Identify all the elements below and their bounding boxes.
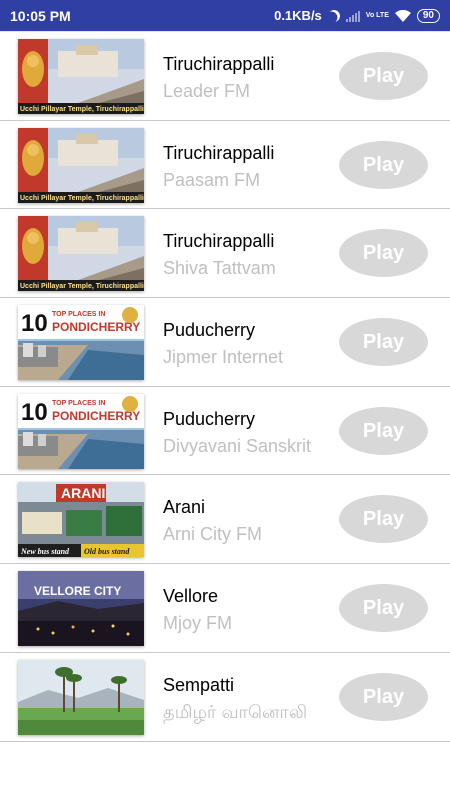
- status-icons: 0.1KB/s Vo LTE 90: [274, 8, 440, 23]
- battery-icon: 90: [416, 8, 440, 23]
- station-row[interactable]: Ucchi Pillayar Temple, Tiruchirappalli T…: [0, 32, 450, 121]
- station-name: Arni City FM: [163, 524, 262, 545]
- station-name: Mjoy FM: [163, 613, 232, 634]
- svg-text:10: 10: [21, 310, 48, 337]
- station-city: Sempatti: [163, 674, 235, 695]
- play-button[interactable]: Play: [339, 406, 428, 455]
- station-row[interactable]: 10 TOP PLACES IN PONDICHERRY Puducherry Di…: [0, 387, 450, 476]
- station-row[interactable]: Sempatti தமிழர் வானொலி Play: [0, 653, 450, 742]
- station-thumbnail: Ucchi Pillayar Temple, Tiruchirappalli: [18, 39, 144, 114]
- svg-text:Ucchi Pillayar Temple, Tiruchi: Ucchi Pillayar Temple, Tiruchirappalli: [20, 283, 144, 290]
- station-city: Tiruchirappalli: [163, 142, 275, 163]
- svg-text:New bus stand: New bus stand: [20, 547, 70, 556]
- play-button[interactable]: Play: [339, 318, 428, 367]
- wifi-icon: [394, 9, 411, 22]
- signal-icon: [345, 10, 360, 22]
- svg-text:10: 10: [21, 399, 48, 426]
- do-not-disturb-icon: [326, 7, 342, 23]
- station-name: Shiva Tattvam: [163, 258, 276, 279]
- svg-text:TOP PLACES IN: TOP PLACES IN: [52, 311, 105, 318]
- station-row[interactable]: ARANI New bus stand Old bus stand Arani Ar…: [0, 475, 450, 565]
- station-row[interactable]: 10 TOP PLACES IN PONDICHERRY Puducherry Ji…: [0, 298, 450, 387]
- station-row[interactable]: Ucchi Pillayar Temple, Tiruchirappalli T…: [0, 121, 450, 210]
- svg-text:ARANI: ARANI: [61, 485, 105, 501]
- station-row[interactable]: VELLORE CITY Vellore Mjoy FM Play: [0, 564, 450, 653]
- svg-text:VELLORE CITY: VELLORE CITY: [34, 584, 121, 598]
- station-thumbnail: Ucchi Pillayar Temple, Tiruchirappalli: [18, 216, 144, 292]
- station-row[interactable]: Ucchi Pillayar Temple, Tiruchirappalli T…: [0, 209, 450, 299]
- network-speed: 0.1KB/s: [274, 8, 322, 23]
- play-button[interactable]: Play: [339, 584, 428, 633]
- svg-text:Old bus stand: Old bus stand: [84, 547, 130, 556]
- station-city: Tiruchirappalli: [163, 231, 275, 252]
- station-name: தமிழர் வானொலி: [163, 701, 308, 722]
- svg-text:Ucchi Pillayar Temple, Tiruchi: Ucchi Pillayar Temple, Tiruchirappalli: [20, 106, 144, 113]
- station-name: Leader FM: [163, 81, 251, 101]
- station-city: Puducherry: [163, 408, 256, 429]
- play-button[interactable]: Play: [339, 140, 428, 189]
- play-button[interactable]: Play: [339, 495, 428, 544]
- station-thumbnail: [18, 659, 144, 735]
- station-thumbnail: 10 TOP PLACES IN PONDICHERRY: [18, 393, 144, 469]
- volte-icon: Vo LTE: [365, 12, 389, 19]
- station-city: Tiruchirappalli: [163, 54, 275, 74]
- station-list: Ucchi Pillayar Temple, Tiruchirappalli T…: [0, 31, 450, 742]
- station-name: Jipmer Internet: [163, 347, 284, 368]
- status-time: 10:05 PM: [10, 7, 71, 24]
- station-thumbnail: 10 TOP PLACES IN PONDICHERRY: [18, 305, 144, 381]
- station-city: Arani: [163, 497, 206, 518]
- station-name: Paasam FM: [163, 169, 261, 190]
- status-bar: 10:05 PM 0.1KB/s Vo LTE 90: [0, 0, 450, 31]
- station-thumbnail: Ucchi Pillayar Temple, Tiruchirappalli: [18, 127, 144, 203]
- svg-text:TOP PLACES IN: TOP PLACES IN: [52, 400, 105, 407]
- play-button[interactable]: Play: [339, 672, 428, 721]
- play-button[interactable]: Play: [339, 52, 428, 100]
- station-city: Vellore: [163, 586, 219, 607]
- svg-text:Ucchi Pillayar Temple, Tiruchi: Ucchi Pillayar Temple, Tiruchirappalli: [20, 195, 144, 202]
- station-thumbnail: ARANI New bus stand Old bus stand: [18, 482, 144, 558]
- play-button[interactable]: Play: [339, 229, 428, 278]
- station-city: Puducherry: [163, 320, 256, 341]
- station-name: Divyavani Sanskrit: [163, 435, 312, 456]
- station-thumbnail: VELLORE CITY: [18, 571, 144, 647]
